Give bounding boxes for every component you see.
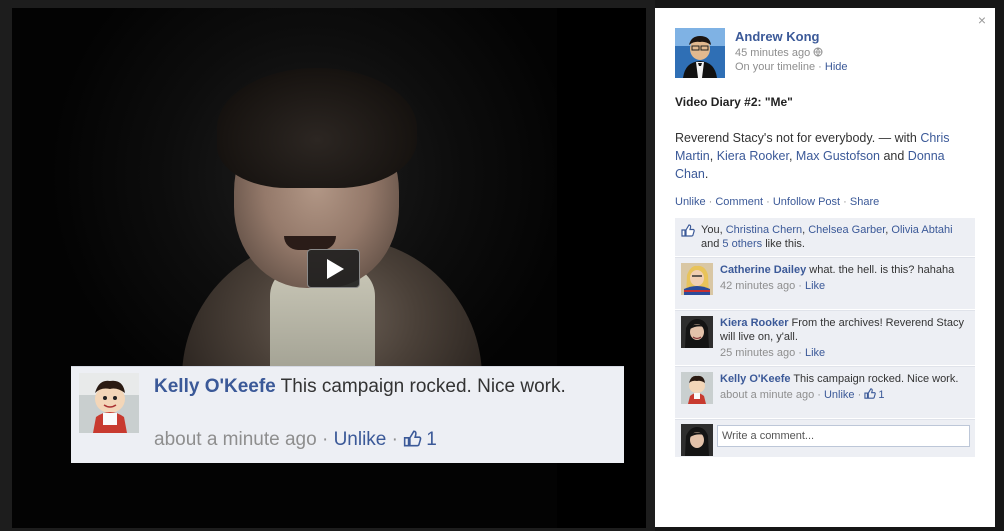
separator: · [795, 347, 805, 359]
comment-item: Kelly O'Keefe This campaign rocked. Nice… [675, 366, 975, 418]
commenter-name[interactable]: Catherine Dailey [720, 264, 806, 276]
separator: · [386, 429, 404, 450]
post-sidebar: × Andrew Kong 45 minutes ago On your tim… [655, 8, 995, 527]
zoomed-comment: Kelly O'Keefe This campaign rocked. Nice… [71, 366, 624, 463]
post-timestamp: 45 minutes ago [735, 47, 823, 59]
tagged-friend-link[interactable]: Max Gustofson [796, 149, 880, 163]
play-icon [327, 258, 344, 279]
zoomed-unlike-link[interactable]: Unlike [334, 429, 387, 450]
zoomed-comment-time[interactable]: about a minute ago [154, 429, 317, 450]
likes-you: You, [701, 224, 726, 236]
post-title: Video Diary #2: "Me" [675, 95, 793, 109]
video-subject-hair [217, 68, 417, 188]
commenter-avatar[interactable] [681, 316, 713, 348]
separator: · [795, 280, 805, 292]
likes-summary: You, Christina Chern, Chelsea Garber, Ol… [675, 218, 975, 256]
separator: · [815, 61, 825, 73]
commenter-name[interactable]: Kiera Rooker [720, 317, 788, 329]
comment-unlike-link[interactable]: Unlike [824, 389, 855, 401]
separator: . [704, 167, 709, 181]
comment-time[interactable]: 42 minutes ago [720, 280, 795, 292]
comment-avatar[interactable] [79, 373, 139, 433]
separator: and [879, 149, 908, 163]
comment-time[interactable]: 25 minutes ago [720, 347, 795, 359]
comment-like-link[interactable]: Like [805, 280, 825, 292]
video-subject-mouth [284, 236, 336, 250]
commenter-avatar[interactable] [681, 263, 713, 295]
liker-link[interactable]: Olivia Abtahi [891, 224, 952, 236]
comment-item: Catherine Dailey what. the hell. is this… [675, 257, 975, 309]
commenter-avatar[interactable] [681, 372, 713, 404]
post-time[interactable]: 45 minutes ago [735, 47, 810, 59]
owner-avatar[interactable] [675, 28, 725, 78]
commenter-name[interactable]: Kelly O'Keefe [720, 373, 790, 385]
close-icon[interactable]: × [978, 12, 986, 28]
owner-name[interactable]: Andrew Kong [735, 29, 820, 44]
tagged-friend-link[interactable]: Kiera Rooker [717, 149, 789, 163]
write-comment-row [675, 419, 975, 457]
comment-like-count[interactable]: 1 [878, 389, 884, 401]
zoomed-comment-text: Kelly O'Keefe This campaign rocked. Nice… [154, 374, 609, 400]
separator: , [788, 149, 796, 163]
others-link[interactable]: 5 others [722, 238, 762, 250]
comment-time[interactable]: about a minute ago [720, 389, 814, 401]
separator: · [763, 196, 773, 208]
post-body: Reverend Stacy's not for everybody. — wi… [675, 129, 980, 183]
zoomed-comment-author[interactable]: Kelly O'Keefe [154, 376, 276, 397]
thumbs-up-icon [681, 224, 695, 237]
zoomed-like-count[interactable]: 1 [426, 429, 437, 450]
comment-meta: about a minute ago · Unlike · 1 [720, 388, 969, 402]
current-user-avatar[interactable] [681, 424, 713, 456]
comment-meta: 25 minutes ago · Like [720, 346, 969, 360]
likes-tail: like this. [762, 238, 805, 250]
comment-like-link[interactable]: Like [805, 347, 825, 359]
post-location: On your timeline · Hide [735, 61, 848, 73]
zoomed-comment-meta: about a minute ago · Unlike · 1 [154, 429, 437, 451]
hide-link[interactable]: Hide [825, 61, 848, 73]
thumbs-up-icon[interactable] [864, 388, 877, 399]
thumbs-up-icon[interactable] [403, 430, 422, 447]
comment-text: what. the hell. is this? hahaha [806, 264, 955, 276]
separator: , [709, 149, 717, 163]
comment-item: Kiera Rooker From the archives! Reverend… [675, 310, 975, 365]
liker-link[interactable]: Christina Chern [726, 224, 802, 236]
separator: · [840, 196, 850, 208]
comment-text: This campaign rocked. Nice work. [790, 373, 959, 385]
timeline-label: On your timeline [735, 61, 816, 73]
unfollow-post-link[interactable]: Unfollow Post [773, 196, 840, 208]
post-actions: Unlike · Comment · Unfollow Post · Share [675, 196, 879, 208]
globe-icon[interactable] [813, 47, 823, 57]
photo-stage: Kelly O'Keefe This campaign rocked. Nice… [0, 0, 655, 531]
liker-link[interactable]: Chelsea Garber [808, 224, 885, 236]
separator: · [705, 196, 716, 208]
share-link[interactable]: Share [850, 196, 879, 208]
separator: · [316, 429, 334, 450]
comments-section: You, Christina Chern, Chelsea Garber, Ol… [675, 218, 975, 457]
write-comment-input[interactable] [717, 425, 970, 447]
zoomed-comment-body: This campaign rocked. Nice work. [275, 376, 566, 397]
separator: · [814, 389, 824, 401]
video-frame [12, 8, 557, 378]
play-button[interactable] [307, 249, 360, 288]
separator: · [854, 389, 865, 401]
post-text: Reverend Stacy's not for everybody. — wi… [675, 131, 921, 145]
comment-meta: 42 minutes ago · Like [720, 279, 969, 293]
comment-link[interactable]: Comment [715, 196, 763, 208]
unlike-link[interactable]: Unlike [675, 196, 706, 208]
separator: and [701, 238, 723, 250]
